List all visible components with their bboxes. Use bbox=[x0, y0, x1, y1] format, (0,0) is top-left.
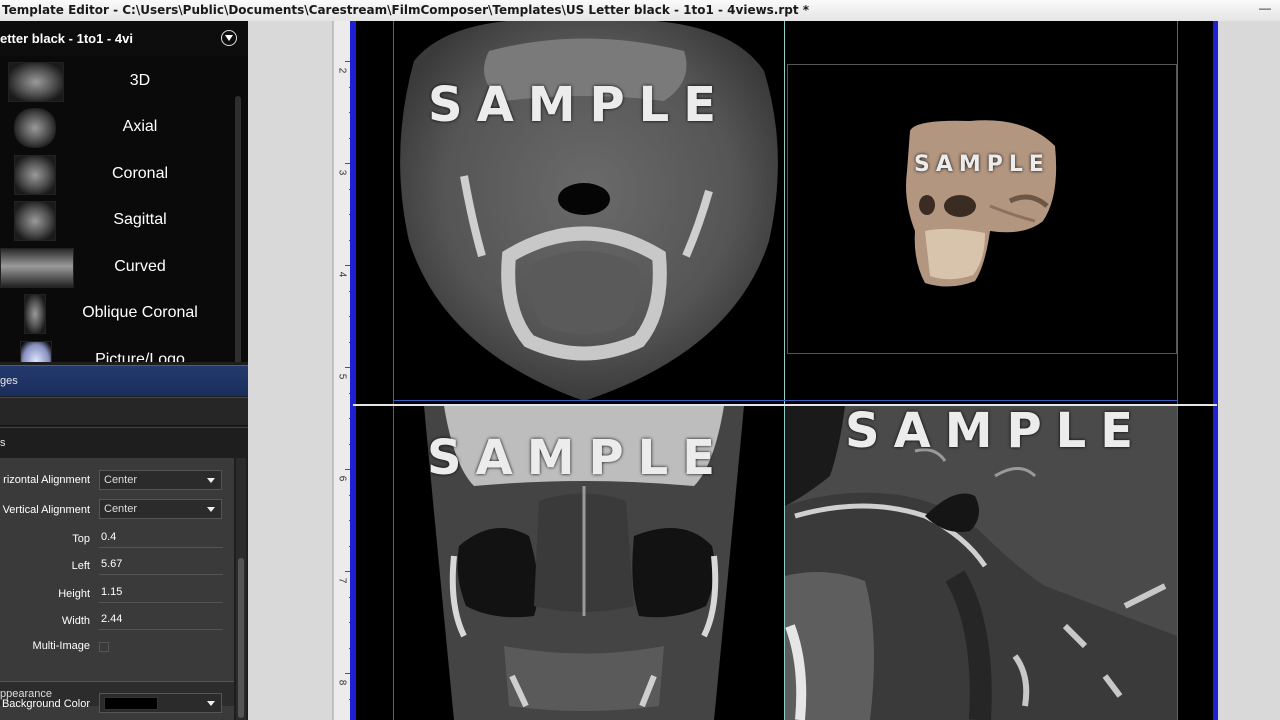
gallery-item-3d[interactable]: 3D bbox=[0, 58, 232, 104]
images-section-label: ges bbox=[0, 375, 18, 387]
vertical-alignment-label: Vertical Alignment bbox=[2, 504, 90, 516]
minimize-button[interactable]: — bbox=[1254, 1, 1276, 19]
gallery-item-label: Coronal bbox=[111, 165, 169, 182]
ruler-number: 7 bbox=[336, 577, 348, 584]
gallery-scrollbar[interactable] bbox=[235, 96, 241, 362]
multi-image-label: Multi-Image bbox=[32, 640, 90, 652]
ruler-number: 4 bbox=[336, 271, 348, 278]
axial-view[interactable]: SAMPLE bbox=[394, 21, 783, 401]
gallery-item-axial[interactable]: Axial bbox=[0, 104, 232, 150]
ruler-number: 6 bbox=[336, 475, 348, 482]
selection-guide bbox=[393, 400, 1177, 401]
background-color-label: Background Color bbox=[1, 698, 90, 710]
ruler-number: 3 bbox=[336, 169, 348, 176]
horizontal-alignment-value: Center bbox=[104, 474, 138, 486]
column-guide[interactable] bbox=[784, 21, 785, 720]
properties-scrollbar[interactable] bbox=[236, 458, 246, 720]
gallery-item-label: Axial bbox=[122, 118, 158, 135]
ruler-number: 2 bbox=[336, 67, 348, 74]
sagittal-view[interactable]: SAMPLE bbox=[785, 406, 1177, 720]
width-field[interactable]: 2.44 bbox=[99, 610, 223, 630]
left-label: Left bbox=[71, 560, 90, 572]
window-title: Template Editor - C:\Users\Public\Docume… bbox=[2, 3, 810, 17]
vertical-alignment-value: Center bbox=[104, 503, 138, 515]
page-border-right bbox=[1213, 21, 1218, 720]
background-color-select[interactable] bbox=[99, 693, 222, 713]
images-section-header[interactable]: ges bbox=[0, 365, 248, 396]
properties-scrollbar-thumb[interactable] bbox=[238, 558, 244, 718]
chevron-down-icon[interactable] bbox=[221, 30, 237, 46]
top-label: Top bbox=[72, 533, 90, 545]
height-field[interactable]: 1.15 bbox=[99, 583, 223, 603]
properties-section-label: s bbox=[0, 437, 6, 449]
gallery-header: etter black - 1to1 - 4vi bbox=[0, 21, 248, 56]
gallery-item-picture-logo[interactable]: Picture/Logo bbox=[0, 337, 232, 362]
gallery-item-label: 3D bbox=[129, 72, 151, 89]
oblique-slice-thumbnail-icon bbox=[24, 294, 46, 334]
gallery-item-curved[interactable]: Curved bbox=[0, 244, 232, 290]
gallery-item-label: Picture/Logo bbox=[95, 351, 185, 362]
row-guide[interactable] bbox=[353, 404, 1217, 406]
section-header[interactable] bbox=[0, 397, 248, 426]
gallery-item-label: Curved bbox=[114, 258, 166, 275]
sample-watermark: SAMPLE bbox=[427, 430, 730, 486]
ruler-number: 8 bbox=[336, 679, 348, 686]
left-field[interactable]: 5.67 bbox=[99, 555, 223, 575]
left-panel: etter black - 1to1 - 4vi 3D Axial Corona… bbox=[0, 21, 248, 720]
properties-section-header[interactable]: s bbox=[0, 427, 248, 458]
gallery-item-coronal[interactable]: Coronal bbox=[0, 151, 232, 197]
properties-panel: rizontal Alignment Center Vertical Align… bbox=[0, 458, 234, 720]
gallery-item-sagittal[interactable]: Sagittal bbox=[0, 197, 232, 243]
ruler-number: 5 bbox=[336, 373, 348, 380]
gallery-item-oblique-coronal[interactable]: Oblique Coronal bbox=[0, 290, 232, 336]
sample-watermark: SAMPLE bbox=[428, 77, 731, 133]
sample-watermark: SAMPLE bbox=[845, 406, 1148, 459]
coronal-view[interactable]: SAMPLE bbox=[394, 406, 783, 720]
picture-thumbnail-icon bbox=[20, 341, 52, 362]
gallery-item-label: Oblique Coronal bbox=[82, 304, 198, 321]
multi-image-checkbox[interactable] bbox=[99, 642, 109, 652]
3d-view[interactable]: SAMPLE bbox=[785, 21, 1177, 401]
margin-guide-left bbox=[393, 21, 394, 720]
gallery-title: etter black - 1to1 - 4vi bbox=[0, 31, 133, 46]
vertical-alignment-select[interactable]: Center bbox=[99, 499, 222, 519]
top-field[interactable]: 0.4 bbox=[99, 528, 223, 548]
3d-view-frame bbox=[787, 64, 1177, 354]
gallery-item-label: Sagittal bbox=[113, 211, 167, 228]
margin-guide-right bbox=[1177, 21, 1178, 720]
width-label: Width bbox=[61, 615, 90, 627]
height-label: Height bbox=[58, 588, 90, 600]
title-bar: Template Editor - C:\Users\Public\Docume… bbox=[0, 0, 1280, 22]
horizontal-alignment-label: rizontal Alignment bbox=[3, 474, 90, 486]
page-border-left bbox=[350, 21, 356, 720]
horizontal-alignment-select[interactable]: Center bbox=[99, 470, 222, 490]
view-gallery: 3D Axial Coronal Sagittal Curved Oblique… bbox=[0, 56, 248, 362]
color-swatch bbox=[104, 697, 158, 710]
sample-watermark: SAMPLE bbox=[914, 152, 1050, 177]
